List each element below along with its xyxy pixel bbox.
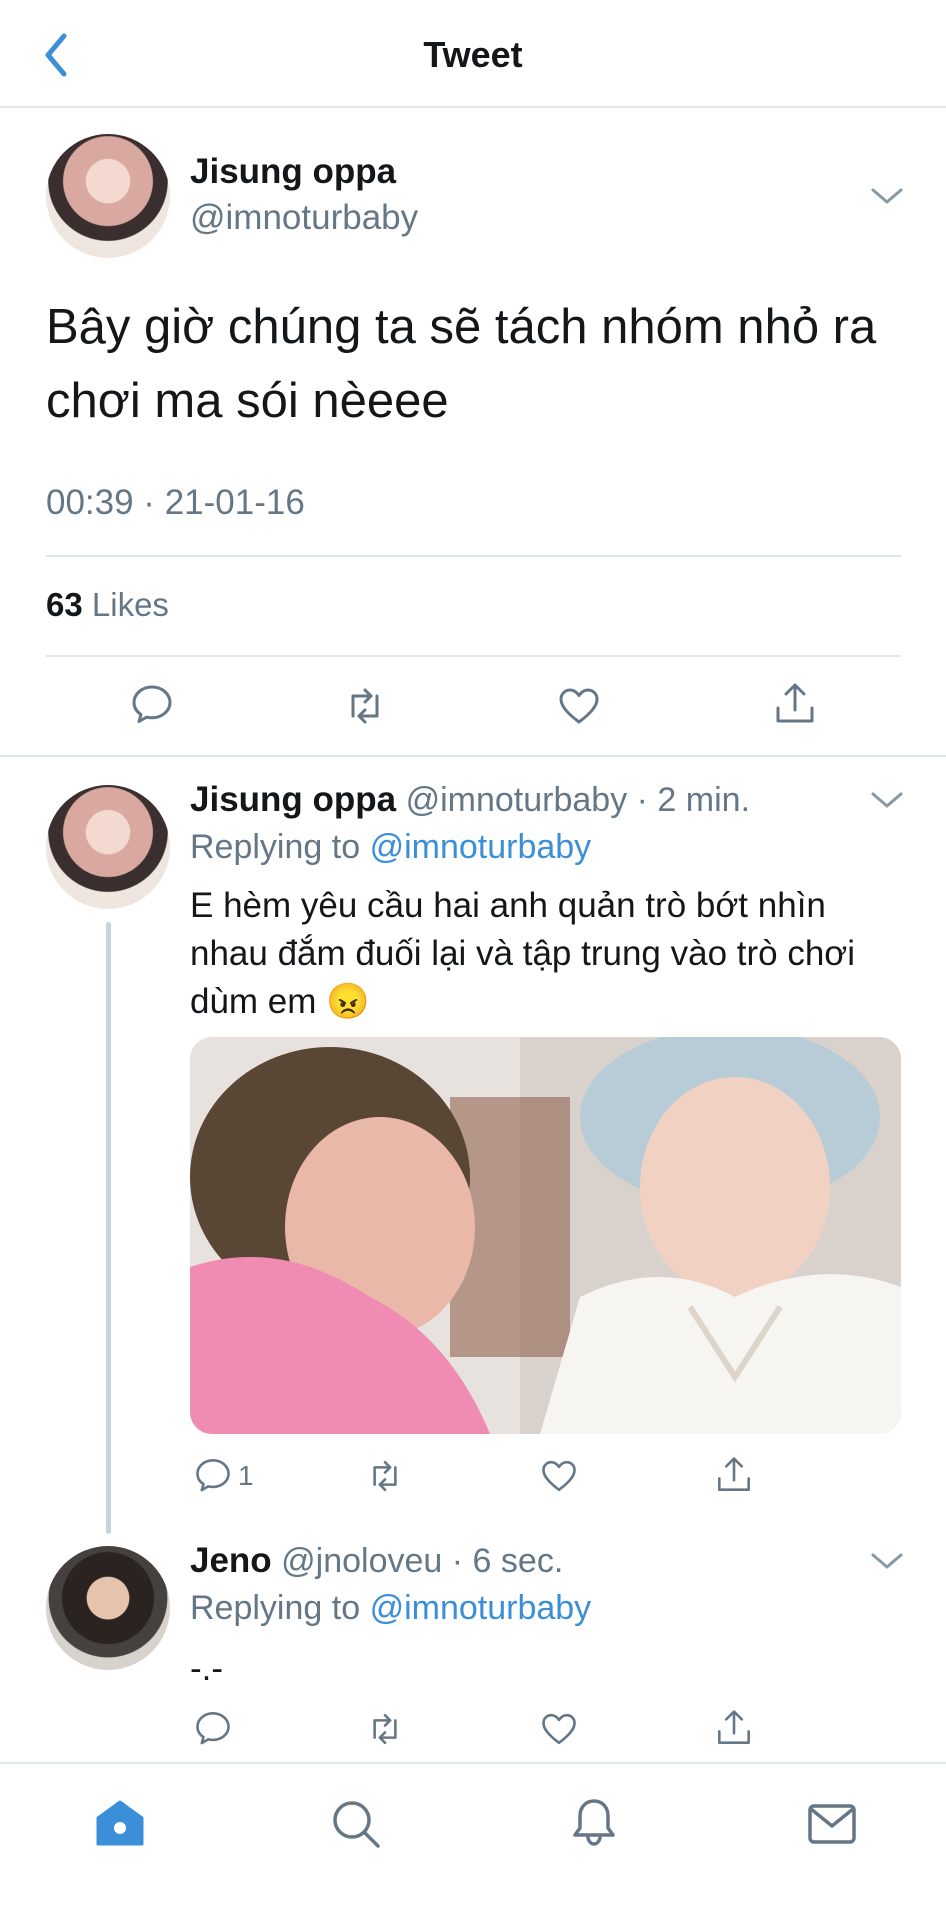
reply-icon[interactable] bbox=[130, 682, 174, 726]
divider bbox=[46, 555, 901, 557]
share-icon[interactable] bbox=[715, 1709, 753, 1747]
reply-text: -.- bbox=[190, 1649, 224, 1688]
replying-to-link[interactable]: @imnoturbaby bbox=[370, 828, 592, 866]
home-icon[interactable] bbox=[94, 1798, 146, 1850]
reply-count: 1 bbox=[238, 1460, 254, 1491]
author-name[interactable]: Jeno bbox=[190, 1541, 272, 1580]
author-name[interactable]: Jisung oppa bbox=[190, 152, 396, 192]
avatar[interactable] bbox=[46, 134, 170, 258]
like-icon[interactable] bbox=[540, 1457, 578, 1495]
author-name[interactable]: Jisung oppa bbox=[190, 780, 396, 819]
tweet-text-line: chơi ma sói nèeee bbox=[46, 374, 449, 428]
tweet-text: Bây giờ chúng ta sẽ tách nhóm nhỏ ra chơ… bbox=[46, 290, 906, 438]
author-handle[interactable]: @jnoloveu bbox=[281, 1542, 442, 1580]
tweet-timestamp: 00:39 · 21-01-16 bbox=[46, 483, 305, 522]
replying-to-link[interactable]: @imnoturbaby bbox=[370, 1589, 592, 1627]
replying-to: Replying to @imnoturbaby bbox=[190, 828, 591, 867]
reply-text-line: nhau đắm đuối lại và tập trung vào trò c… bbox=[190, 934, 856, 973]
like-icon[interactable] bbox=[557, 684, 601, 728]
tweet-text-line: Bây giờ chúng ta sẽ tách nhóm nhỏ ra bbox=[46, 300, 877, 354]
replying-prefix: Replying to bbox=[190, 828, 361, 866]
chevron-down-icon[interactable] bbox=[870, 186, 904, 206]
reply-time: · 2 min. bbox=[636, 781, 751, 819]
bottom-tab-bar bbox=[0, 1762, 946, 1922]
author-handle[interactable]: @imnoturbaby bbox=[406, 781, 628, 819]
replying-to: Replying to @imnoturbaby bbox=[190, 1589, 591, 1628]
author-handle[interactable]: @imnoturbaby bbox=[190, 198, 418, 238]
photo-content bbox=[190, 1037, 901, 1434]
reply-text-line: dùm em 😠 bbox=[190, 982, 370, 1021]
retweet-icon[interactable] bbox=[366, 1457, 404, 1495]
share-icon[interactable] bbox=[715, 1456, 753, 1494]
divider bbox=[0, 755, 946, 757]
avatar[interactable] bbox=[46, 1546, 170, 1670]
reply-time: · 6 sec. bbox=[451, 1542, 564, 1580]
retweet-icon[interactable] bbox=[366, 1710, 404, 1748]
retweet-icon[interactable] bbox=[343, 684, 387, 728]
search-icon[interactable] bbox=[330, 1798, 382, 1850]
thread-line bbox=[106, 922, 111, 1534]
messages-icon[interactable] bbox=[806, 1798, 858, 1850]
reply-header: Jisung oppa @imnoturbaby · 2 min. bbox=[190, 780, 750, 820]
reply-header: Jeno @jnoloveu · 6 sec. bbox=[190, 1541, 563, 1581]
top-nav-bar: Tweet bbox=[0, 0, 946, 108]
reply-text: E hèm yêu cầu hai anh quản trò bớt nhìn … bbox=[190, 882, 910, 1026]
share-icon[interactable] bbox=[773, 682, 817, 726]
reply-icon[interactable] bbox=[194, 1709, 232, 1747]
avatar[interactable] bbox=[46, 785, 170, 909]
replying-prefix: Replying to bbox=[190, 1589, 361, 1627]
likes-count[interactable]: 63 Likes bbox=[46, 586, 169, 624]
likes-label: Likes bbox=[91, 586, 169, 623]
page-title: Tweet bbox=[423, 34, 523, 75]
reply-text-line: E hèm yêu cầu hai anh quản trò bớt nhìn bbox=[190, 886, 826, 925]
reply-icon[interactable] bbox=[194, 1456, 232, 1494]
likes-number: 63 bbox=[46, 586, 83, 623]
divider bbox=[46, 655, 901, 657]
like-icon[interactable] bbox=[540, 1710, 578, 1748]
attached-photo[interactable] bbox=[190, 1037, 901, 1434]
notifications-icon[interactable] bbox=[568, 1796, 620, 1848]
chevron-down-icon[interactable] bbox=[870, 790, 904, 810]
chevron-down-icon[interactable] bbox=[870, 1551, 904, 1571]
